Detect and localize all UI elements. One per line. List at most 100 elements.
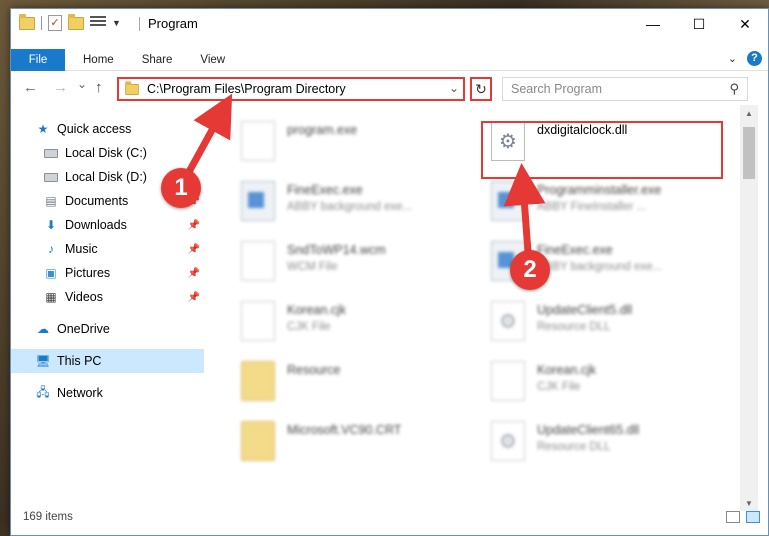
tab-home[interactable]: Home xyxy=(69,49,128,71)
sidebar-item-label: Documents xyxy=(65,194,129,208)
recent-locations-button[interactable]: ⌄ xyxy=(77,77,87,91)
up-button[interactable]: ↑ xyxy=(95,79,103,96)
videos-icon: ▦ xyxy=(45,290,57,304)
sidebar-item-label: Downloads xyxy=(65,218,127,232)
address-bar[interactable]: C:\Program Files\Program Directory ⌄ xyxy=(117,77,465,101)
file-name: Programminstaller.exe xyxy=(537,183,662,197)
list-item[interactable]: program.exe xyxy=(231,115,471,167)
installer-icon xyxy=(241,121,275,161)
expand-ribbon-chevron-icon[interactable]: ⌄ xyxy=(728,52,737,65)
tab-share[interactable]: Share xyxy=(128,49,187,71)
customize-toolbar-chevron-down-icon[interactable]: ▼ xyxy=(112,18,121,28)
forward-button[interactable]: → xyxy=(53,79,68,96)
new-folder-icon[interactable] xyxy=(68,13,84,30)
explorer-window: ✓ ▼ Program — ☐ ✕ File Home Share View ⌄… xyxy=(10,8,769,536)
vertical-scrollbar[interactable]: ▲ ▼ xyxy=(740,105,758,511)
file-name: Korean.cjk xyxy=(537,363,597,377)
dll-gear-icon: ⚙ xyxy=(491,421,525,461)
music-icon: ♪ xyxy=(48,242,54,256)
list-item[interactable]: Korean.cjk CJK File xyxy=(231,295,471,347)
toolbar-divider xyxy=(41,16,42,30)
file-type: Resource DLL xyxy=(537,441,611,453)
sidebar-item-label: Local Disk (C:) xyxy=(65,146,147,160)
pin-icon: 📌 xyxy=(187,243,200,255)
dll-gear-icon: ⚙ xyxy=(491,301,525,341)
refresh-button[interactable]: ↻ xyxy=(470,77,492,101)
sidebar-item-network[interactable]: 🖧 Network xyxy=(11,381,204,405)
sidebar-item-videos[interactable]: ▦ Videos 📌 xyxy=(11,285,204,309)
close-button[interactable]: ✕ xyxy=(722,9,768,39)
search-input[interactable]: Search Program ⚲ xyxy=(502,77,748,101)
maximize-button[interactable]: ☐ xyxy=(676,9,722,39)
file-type: CJK File xyxy=(537,381,581,393)
file-name: SndToWP14.wcm xyxy=(287,243,386,257)
sidebar-item-music[interactable]: ♪ Music 📌 xyxy=(11,237,204,261)
pin-icon: 📌 xyxy=(187,267,200,279)
sidebar-item-pictures[interactable]: ▣ Pictures 📌 xyxy=(11,261,204,285)
search-placeholder: Search Program xyxy=(511,82,603,96)
sidebar-item-quick-access[interactable]: ★ Quick access xyxy=(11,117,204,141)
tab-view[interactable]: View xyxy=(186,49,239,71)
sidebar-item-local-disk-c[interactable]: Local Disk (C:) xyxy=(11,141,204,165)
file-name: UpdateClient5.dll xyxy=(537,303,633,317)
network-icon: 🖧 xyxy=(36,384,50,399)
folder-icon xyxy=(241,421,275,461)
sidebar-item-downloads[interactable]: ⬇ Downloads 📌 xyxy=(11,213,204,237)
drive-icon xyxy=(43,170,59,184)
file-type: Resource DLL xyxy=(537,321,611,333)
sidebar-item-onedrive[interactable]: ☁ OneDrive xyxy=(11,317,204,341)
sidebar-item-label: Music xyxy=(65,242,98,256)
folder-icon[interactable] xyxy=(19,13,35,30)
list-item[interactable]: Programminstaller.exe ABBY FineInstaller… xyxy=(481,175,721,227)
computer-icon: 🖥 xyxy=(35,354,51,368)
cloud-icon: ☁ xyxy=(37,322,49,336)
list-item[interactable]: ⚙ UpdateClient65.dll Resource DLL xyxy=(481,415,721,467)
item-count: 169 items xyxy=(23,511,73,523)
help-icon[interactable]: ? xyxy=(747,51,762,66)
dll-highlight-box xyxy=(481,121,723,179)
file-name: Microsoft.VC90.CRT xyxy=(287,423,402,437)
list-item[interactable]: SndToWP14.wcm WCM File xyxy=(231,235,471,287)
scroll-up-icon[interactable]: ▲ xyxy=(740,105,758,121)
star-icon: ★ xyxy=(37,122,49,136)
download-icon: ⬇ xyxy=(45,218,57,232)
sidebar-item-label: OneDrive xyxy=(57,322,110,336)
file-name: FineExec.exe xyxy=(287,183,363,197)
list-item[interactable]: Resource xyxy=(231,355,471,407)
address-folder-icon xyxy=(125,80,139,95)
file-type: ABBY FineInstaller ... xyxy=(537,201,647,213)
ribbon-right-controls: ⌄ ? xyxy=(728,51,762,66)
quick-access-toolbar: ✓ ▼ xyxy=(19,13,121,31)
file-type: ABBY background exe... xyxy=(537,261,663,273)
sidebar-item-label: Videos xyxy=(65,290,103,304)
sidebar-item-label: Local Disk (D:) xyxy=(65,170,147,184)
sidebar-item-label: Pictures xyxy=(65,266,111,280)
status-bar: 169 items xyxy=(11,507,768,535)
ribbon-tabs: File Home Share View ⌄ ? xyxy=(11,48,768,71)
minimize-button[interactable]: — xyxy=(630,9,676,39)
file-name: Resource xyxy=(287,363,341,377)
properties-icon[interactable] xyxy=(90,16,106,30)
back-button[interactable]: ← xyxy=(23,79,38,96)
navigation-bar: ← → ⌄ ↑ C:\Program Files\Program Directo… xyxy=(11,75,768,103)
exe-icon xyxy=(241,181,275,221)
properties-check-icon[interactable]: ✓ xyxy=(48,15,62,31)
title-bar: ✓ ▼ Program — ☐ ✕ xyxy=(11,9,768,39)
address-path: C:\Program Files\Program Directory xyxy=(147,82,346,96)
scroll-thumb[interactable] xyxy=(743,127,755,179)
file-name: UpdateClient65.dll xyxy=(537,423,640,437)
list-item[interactable]: FineExec.exe ABBY background exe... xyxy=(231,175,471,227)
step-1-badge: 1 xyxy=(161,168,201,208)
document-icon xyxy=(241,301,275,341)
sidebar-item-this-pc[interactable]: 🖥 This PC xyxy=(11,349,204,373)
file-type: CJK File xyxy=(287,321,331,333)
address-dropdown-chevron-icon[interactable]: ⌄ xyxy=(449,81,459,95)
list-item[interactable]: Korean.cjk CJK File xyxy=(481,355,721,407)
tab-file[interactable]: File xyxy=(11,48,65,71)
large-icons-view-icon[interactable] xyxy=(746,511,760,523)
file-name: Korean.cjk xyxy=(287,303,347,317)
drive-icon xyxy=(43,146,59,160)
list-item[interactable]: ⚙ UpdateClient5.dll Resource DLL xyxy=(481,295,721,347)
details-view-icon[interactable] xyxy=(726,511,740,523)
list-item[interactable]: Microsoft.VC90.CRT xyxy=(231,415,471,467)
